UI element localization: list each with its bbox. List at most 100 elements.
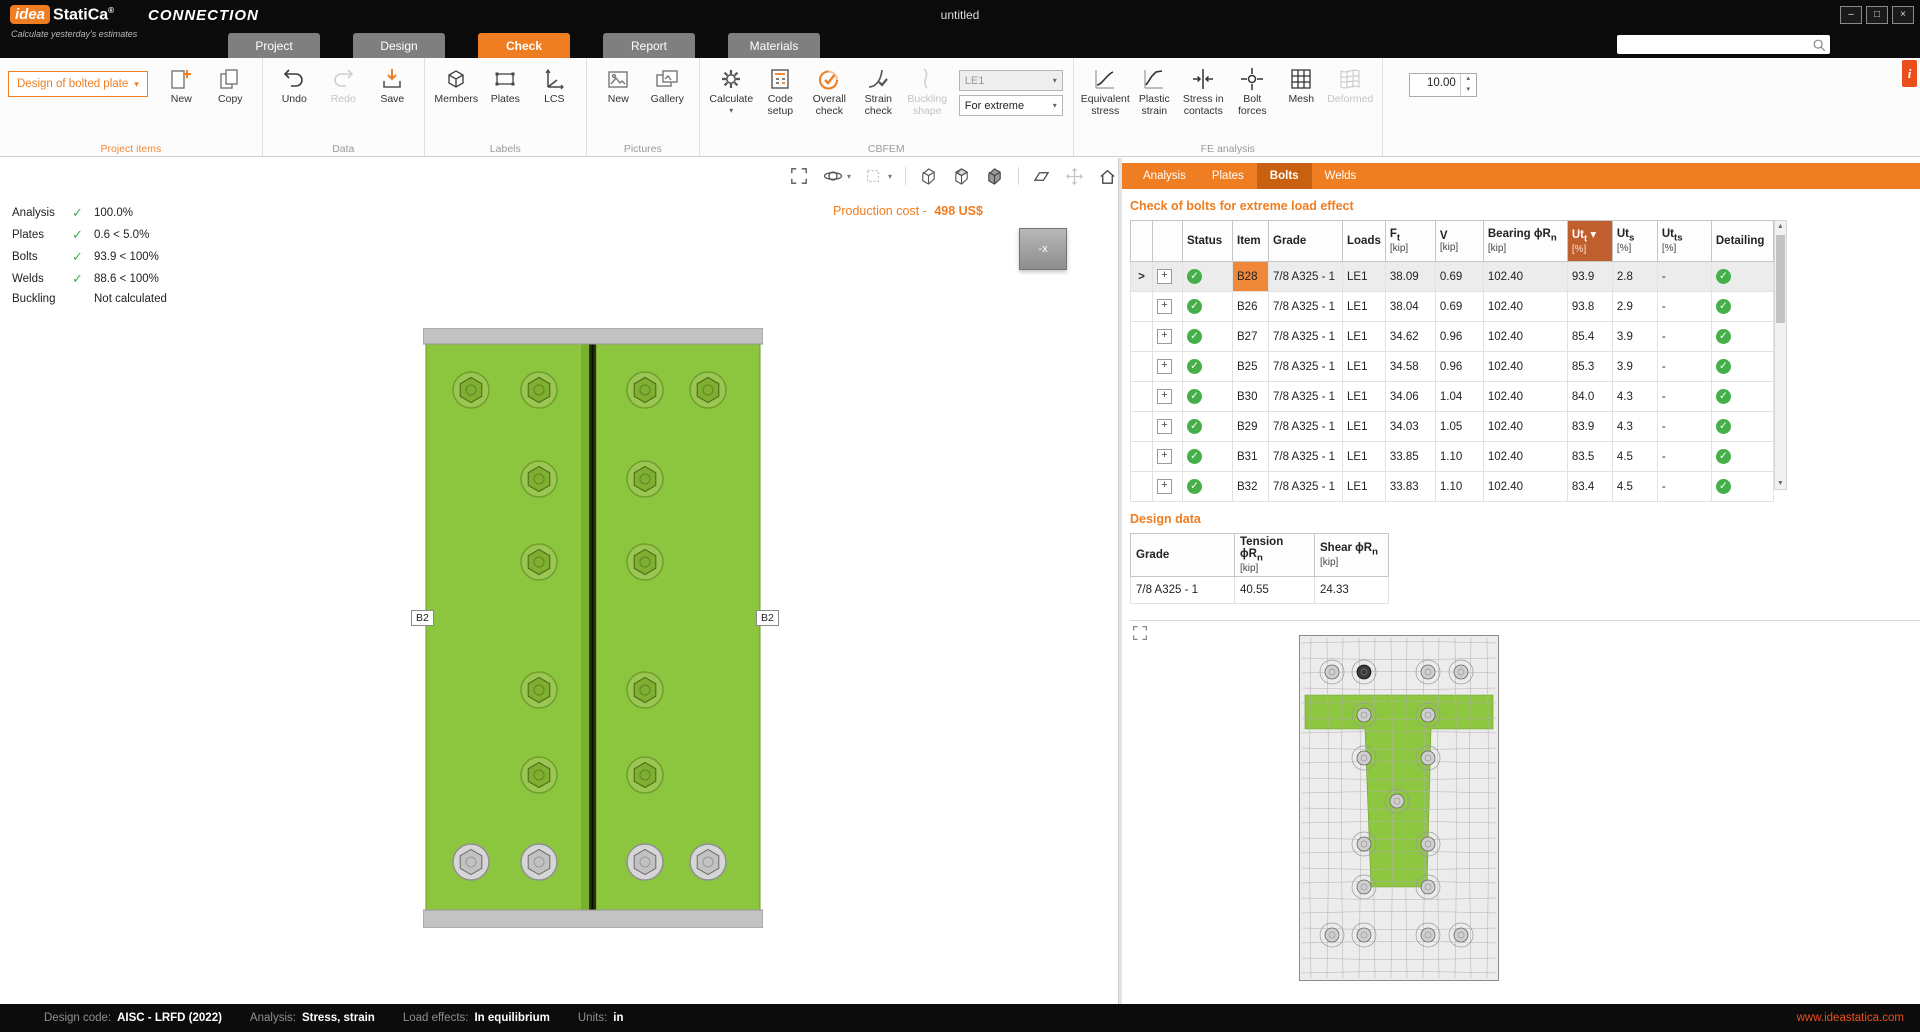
new-picture-button[interactable]: New (595, 61, 642, 105)
spinner-down-icon[interactable]: ▾ (1461, 85, 1476, 96)
section-view-icon[interactable] (864, 166, 884, 186)
bolt-3d[interactable] (627, 844, 663, 880)
col-utt-sorted[interactable]: Utt ▾[%] (1567, 221, 1612, 262)
bolt-row[interactable]: +✓B317/8 A325 - 1LE133.851.10102.4083.54… (1131, 442, 1774, 472)
bolt-3d[interactable] (627, 757, 663, 793)
gallery-button[interactable]: Gallery (644, 61, 691, 105)
row-expander[interactable]: > (1131, 262, 1153, 292)
col-item[interactable]: Item (1233, 221, 1269, 262)
extreme-combo[interactable]: For extreme▾ (959, 95, 1063, 116)
save-button[interactable]: Save (369, 61, 416, 105)
deformed-button[interactable]: Deformed (1327, 61, 1374, 105)
expand-plus-button[interactable]: + (1157, 269, 1172, 284)
mesh-button[interactable]: Mesh (1278, 61, 1325, 105)
bolt-forces-button[interactable]: Bolt forces (1229, 61, 1276, 117)
plastic-strain-button[interactable]: Plastic strain (1131, 61, 1178, 117)
bolt-3d[interactable] (627, 372, 663, 408)
mesh-preview[interactable] (1299, 635, 1499, 981)
bolt-3d[interactable] (627, 672, 663, 708)
cube-solid-icon[interactable] (985, 166, 1005, 186)
scrollbar-thumb[interactable] (1776, 235, 1785, 323)
expand-plus-button[interactable]: + (1157, 449, 1172, 464)
tab-report[interactable]: Report (603, 33, 695, 58)
chevron-down-icon[interactable]: ▾ (847, 172, 851, 181)
row-expander[interactable] (1131, 322, 1153, 352)
row-expander[interactable] (1131, 352, 1153, 382)
tab-analysis[interactable]: Analysis (1130, 163, 1199, 189)
code-setup-button[interactable]: Calculate ▾ (708, 61, 755, 115)
row-expander[interactable] (1131, 472, 1153, 502)
expand-plus-button[interactable]: + (1157, 299, 1172, 314)
workplane-icon[interactable] (1032, 166, 1052, 186)
expand-plus-button[interactable]: + (1157, 419, 1172, 434)
tab-welds[interactable]: Welds (1312, 163, 1370, 189)
col-ft[interactable]: Ft[kip] (1385, 221, 1435, 262)
bolt-3d[interactable] (521, 757, 557, 793)
load-effect-combo[interactable]: LE1▾ (959, 70, 1063, 91)
equivalent-stress-button[interactable]: Equivalent stress (1082, 61, 1129, 117)
scroll-up-icon[interactable]: ▲ (1775, 223, 1786, 230)
info-button[interactable]: i (1902, 60, 1917, 87)
bolt-3d[interactable] (453, 844, 489, 880)
bolt-row[interactable]: >+✓B287/8 A325 - 1LE138.090.69102.4093.9… (1131, 262, 1774, 292)
members-labels-button[interactable]: Members (433, 61, 480, 105)
calculate-button[interactable]: Code setup (757, 61, 804, 117)
bolt-3d[interactable] (521, 372, 557, 408)
expand-plus-button[interactable]: + (1157, 329, 1172, 344)
strain-check-button[interactable]: Strain check (855, 61, 902, 117)
tab-materials[interactable]: Materials (728, 33, 820, 58)
col-v[interactable]: V[kip] (1435, 221, 1483, 262)
expand-mesh-icon[interactable] (1132, 625, 1150, 643)
spinner-up-icon[interactable]: ▴ (1461, 74, 1476, 85)
undo-button[interactable]: Undo (271, 61, 318, 105)
maximize-button[interactable]: □ (1866, 6, 1888, 24)
bolt-row[interactable]: +✓B297/8 A325 - 1LE134.031.05102.4083.94… (1131, 412, 1774, 442)
bolt-row[interactable]: +✓B327/8 A325 - 1LE133.831.10102.4083.44… (1131, 472, 1774, 502)
tab-design[interactable]: Design (353, 33, 445, 58)
close-button[interactable]: × (1892, 6, 1914, 24)
new-item-button[interactable]: New (158, 61, 205, 105)
bolt-row[interactable]: +✓B277/8 A325 - 1LE134.620.96102.4085.43… (1131, 322, 1774, 352)
bolt-3d[interactable] (521, 844, 557, 880)
bolt-row[interactable]: +✓B257/8 A325 - 1LE134.580.96102.4085.33… (1131, 352, 1774, 382)
row-expander[interactable] (1131, 412, 1153, 442)
col-bearing[interactable]: Bearing ϕRn[kip] (1483, 221, 1567, 262)
navigation-cube[interactable]: -x (1019, 228, 1067, 270)
stress-in-contacts-button[interactable]: Stress in contacts (1180, 61, 1227, 117)
chevron-down-icon[interactable]: ▾ (888, 172, 892, 181)
col-grade[interactable]: Grade (1269, 221, 1343, 262)
bolt-3d[interactable] (521, 672, 557, 708)
bolt-row[interactable]: +✓B267/8 A325 - 1LE138.040.69102.4093.82… (1131, 292, 1774, 322)
row-expander[interactable] (1131, 382, 1153, 412)
tab-project[interactable]: Project (228, 33, 320, 58)
cube-wireframe-icon[interactable] (919, 166, 939, 186)
website-link[interactable]: www.ideastatica.com (1797, 1012, 1904, 1024)
scale-spinner[interactable]: 10.00 ▴ ▾ (1409, 73, 1477, 97)
home-view-icon[interactable] (1098, 166, 1118, 186)
bolt-3d[interactable] (627, 461, 663, 497)
bolt-3d[interactable] (690, 844, 726, 880)
bolt-3d[interactable] (453, 372, 489, 408)
bolt-3d[interactable] (521, 544, 557, 580)
bolt-3d[interactable] (627, 544, 663, 580)
col-status[interactable]: Status (1183, 221, 1233, 262)
redo-button[interactable]: Redo (320, 61, 367, 105)
design-type-dropdown[interactable]: Design of bolted plate▾ (8, 71, 148, 97)
cube-shaded-icon[interactable] (952, 166, 972, 186)
expand-plus-button[interactable]: + (1157, 389, 1172, 404)
tab-check[interactable]: Check (478, 33, 570, 58)
bolt-row[interactable]: +✓B307/8 A325 - 1LE134.061.04102.4084.04… (1131, 382, 1774, 412)
table-scrollbar[interactable]: ▲ ▼ (1774, 220, 1787, 490)
col-uts[interactable]: Uts[%] (1612, 221, 1657, 262)
search-input[interactable] (1621, 38, 1812, 52)
pan-icon[interactable] (1065, 166, 1085, 186)
col-detailing[interactable]: Detailing (1711, 221, 1773, 262)
fit-view-icon[interactable] (790, 166, 810, 186)
tab-plates[interactable]: Plates (1199, 163, 1257, 189)
scroll-down-icon[interactable]: ▼ (1775, 480, 1786, 487)
col-utts[interactable]: Utts[%] (1657, 221, 1711, 262)
plates-labels-button[interactable]: Plates (482, 61, 529, 105)
3d-viewport[interactable]: Analysis✓100.0%Plates✓0.6 < 5.0%Bolts✓93… (0, 158, 1118, 1004)
lcs-labels-button[interactable]: LCS (531, 61, 578, 105)
bolt-3d[interactable] (521, 461, 557, 497)
